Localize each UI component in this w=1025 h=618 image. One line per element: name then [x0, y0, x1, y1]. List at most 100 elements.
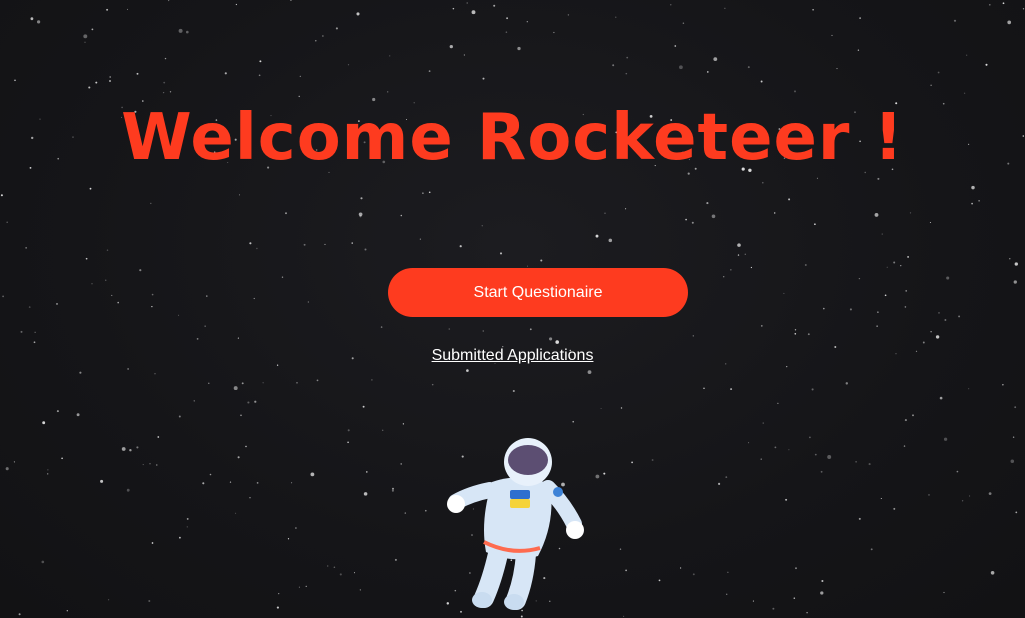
star — [47, 473, 49, 475]
star — [807, 333, 810, 336]
star — [466, 2, 468, 4]
star — [285, 212, 287, 215]
submitted-applications-link[interactable]: Submitted Applications — [0, 346, 1025, 366]
star — [178, 314, 180, 316]
star — [100, 479, 104, 483]
star — [310, 472, 315, 477]
star — [111, 294, 113, 296]
start-questionnaire-button[interactable]: Start Questionaire — [388, 268, 688, 317]
star — [34, 331, 36, 333]
star — [1002, 384, 1004, 386]
star — [1015, 511, 1018, 514]
star — [1012, 436, 1015, 438]
star — [258, 74, 261, 77]
star — [296, 382, 298, 384]
star — [713, 57, 718, 61]
star — [946, 276, 950, 280]
welcome-page: Welcome Rocketeer ! Start Questionaire S… — [0, 0, 1025, 618]
star — [66, 610, 68, 612]
star — [938, 312, 940, 314]
star — [903, 445, 906, 447]
star — [904, 419, 907, 422]
star — [625, 569, 627, 572]
star — [762, 422, 764, 424]
star — [900, 265, 902, 267]
star — [186, 517, 189, 520]
star — [849, 308, 852, 311]
star — [814, 223, 816, 226]
star — [752, 600, 754, 602]
star — [206, 295, 208, 297]
star — [229, 481, 232, 483]
star — [333, 566, 336, 568]
star — [298, 586, 300, 588]
star — [360, 197, 363, 200]
star — [380, 326, 383, 328]
star — [877, 311, 879, 313]
star — [466, 369, 469, 372]
star — [186, 30, 189, 34]
star — [154, 373, 156, 375]
star — [89, 187, 92, 190]
star — [549, 337, 553, 341]
star — [876, 325, 878, 327]
star — [707, 71, 709, 73]
star — [788, 449, 790, 451]
star — [47, 469, 49, 471]
star — [612, 64, 615, 67]
star — [831, 34, 833, 36]
star — [836, 68, 838, 70]
star — [307, 301, 309, 303]
star — [83, 34, 88, 39]
star — [603, 472, 606, 475]
star — [0, 194, 3, 197]
star — [858, 277, 861, 280]
star — [276, 606, 279, 609]
star — [404, 512, 407, 514]
star — [400, 463, 403, 465]
star — [674, 45, 677, 47]
star — [347, 441, 349, 444]
star — [823, 307, 825, 310]
star — [291, 482, 293, 484]
star — [658, 579, 661, 582]
star — [804, 264, 807, 266]
star — [347, 64, 350, 66]
star — [1007, 20, 1012, 25]
star — [224, 72, 227, 75]
star — [783, 292, 785, 294]
star — [85, 257, 88, 260]
star — [449, 44, 453, 49]
star — [28, 306, 31, 308]
star — [990, 571, 995, 575]
star — [692, 573, 695, 576]
star — [682, 22, 685, 24]
star — [760, 458, 762, 460]
star — [737, 243, 741, 247]
star — [988, 3, 991, 6]
star — [868, 463, 871, 466]
star — [499, 252, 503, 255]
star — [256, 247, 258, 250]
star — [448, 328, 451, 330]
star — [595, 234, 599, 238]
star — [193, 400, 195, 402]
star — [517, 46, 521, 51]
star — [905, 290, 908, 292]
star — [928, 494, 930, 496]
star — [249, 242, 252, 245]
star — [482, 330, 484, 332]
star — [91, 283, 93, 285]
star — [41, 560, 45, 564]
star — [874, 212, 879, 217]
star — [281, 276, 284, 278]
star — [812, 9, 814, 11]
star — [164, 57, 167, 60]
star — [703, 387, 705, 390]
star — [724, 7, 726, 9]
submitted-applications-label[interactable]: Submitted Applications — [432, 347, 594, 364]
star — [259, 60, 262, 63]
star — [985, 63, 988, 66]
star — [877, 177, 880, 180]
star — [793, 597, 796, 599]
